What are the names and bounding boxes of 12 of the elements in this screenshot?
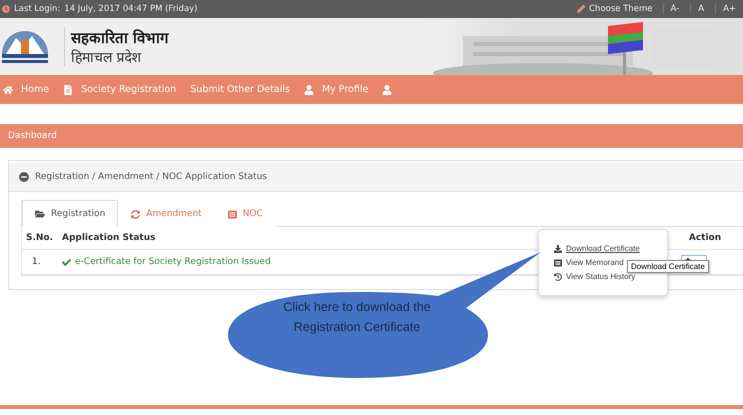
- tooltip: Download Certificate: [627, 260, 709, 273]
- column-header: Application Status: [61, 233, 156, 243]
- last-login-time: 14 July, 2017 04:47 PM (Friday): [64, 4, 198, 14]
- last-login-label: Last Login:: [14, 4, 60, 14]
- panel-title: Registration / Amendment / NOC Application Status: [35, 172, 267, 182]
- callout-text: Click here to download the Registration Certificate: [282, 299, 432, 336]
- column-header: S.No.: [25, 233, 54, 243]
- dashboard-header: Dashboard: [0, 124, 743, 148]
- column-header: Action: [688, 233, 722, 243]
- state-subtitle: हिमाचल प्रदेश: [71, 48, 142, 66]
- department-title: सहकारिता विभाग: [71, 28, 168, 47]
- table-cell-text: 1.: [31, 257, 42, 267]
